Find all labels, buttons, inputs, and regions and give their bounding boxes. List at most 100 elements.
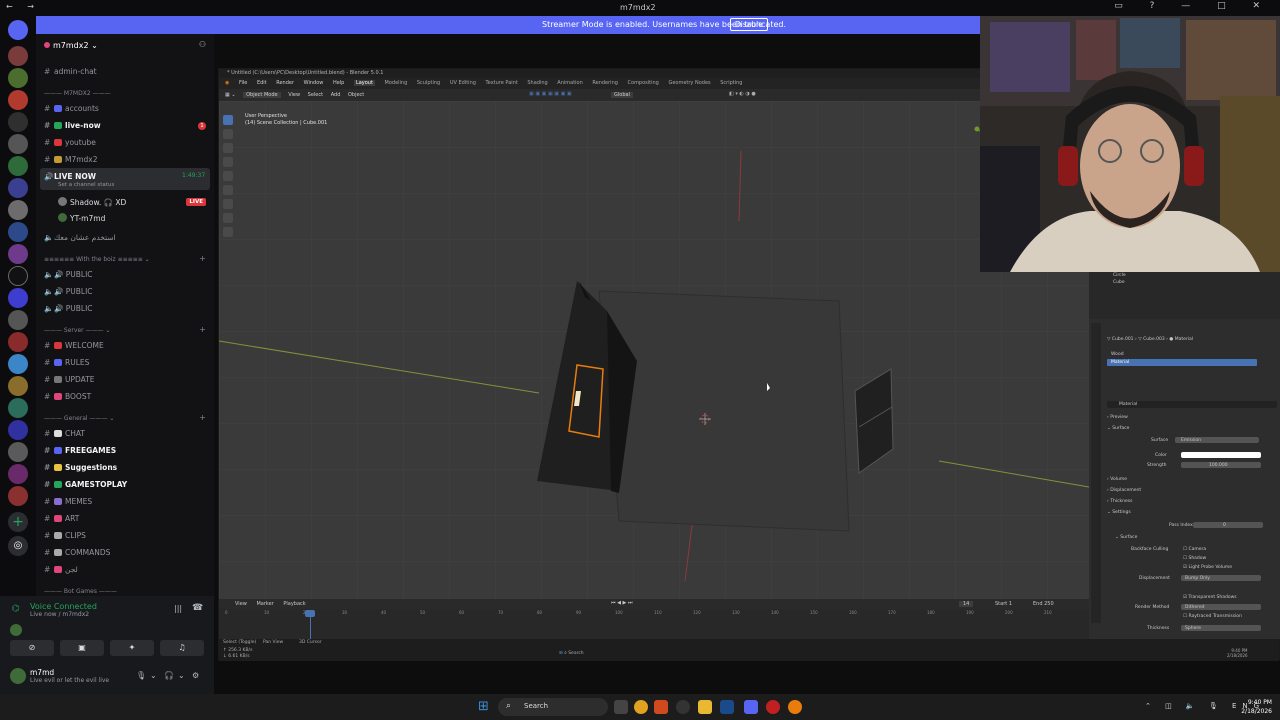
voice-connected-label[interactable]: Voice Connected (30, 602, 97, 611)
taskbar-search[interactable]: ⌕ Search (498, 698, 608, 716)
start-frame[interactable]: Start 1 (995, 601, 1012, 607)
guild-header[interactable]: m7mdx2 ⌄ ⚇ (36, 34, 214, 58)
channel-arabic[interactable]: # لجن (44, 565, 78, 574)
server-icon[interactable] (8, 332, 28, 352)
menu-window[interactable]: Window (304, 80, 324, 86)
channel-youtube[interactable]: # youtube (44, 138, 96, 147)
server-icon[interactable] (8, 200, 28, 220)
server-icon[interactable] (8, 68, 28, 88)
server-icon[interactable] (8, 310, 28, 330)
server-icon[interactable] (8, 376, 28, 396)
playhead[interactable] (305, 610, 315, 617)
pass-index-field[interactable] (1193, 522, 1263, 528)
add-channel-icon[interactable]: + (199, 325, 206, 334)
camera-button[interactable]: ⊘ (10, 640, 54, 656)
channel-art[interactable]: # ART (44, 514, 79, 523)
soundboard-button[interactable]: ♫ (160, 640, 204, 656)
menu-file[interactable]: File (239, 80, 247, 86)
add-channel-icon[interactable]: + (199, 413, 206, 422)
voice-location[interactable]: Live now / m7mdx2 (30, 611, 89, 618)
section-surface-settings[interactable]: ⌄ Surface (1115, 535, 1137, 540)
channel-memes[interactable]: # MEMES (44, 497, 92, 506)
workspace-modeling[interactable]: Modeling (385, 80, 408, 86)
mode-selector[interactable]: Object Mode (243, 92, 281, 98)
server-icon[interactable] (8, 288, 28, 308)
disconnect-icon[interactable]: ☎ (192, 603, 203, 613)
category-server[interactable]: ——— Server ——— ⌄ (44, 327, 110, 334)
server-icon[interactable] (8, 178, 28, 198)
outliner[interactable]: Circle Cube (1089, 269, 1280, 319)
voice-channel-public-1[interactable]: 🔈🔊 PUBLIC (44, 270, 93, 279)
timeline[interactable]: View Marker Playback ⏮ ◀ ▶ ⏭ 14 Start 1 … (219, 599, 1089, 639)
channel-live-now[interactable]: # live-now (44, 121, 101, 130)
transform-tool-icon[interactable] (223, 185, 233, 195)
server-icon[interactable] (8, 112, 28, 132)
section-volume[interactable]: › Volume (1107, 477, 1127, 482)
outliner-item-cube[interactable]: Cube (1113, 280, 1125, 285)
voice-channel-live-now[interactable]: 🔊LIVE NOW (44, 172, 96, 181)
task-view-icon[interactable] (614, 700, 628, 714)
material-slot-material[interactable]: Material (1111, 360, 1129, 365)
workspace-geometry-nodes[interactable]: Geometry Nodes (668, 80, 710, 86)
workspace-shading[interactable]: Shading (527, 80, 547, 86)
scale-tool-icon[interactable] (223, 171, 233, 181)
workspace-compositing[interactable]: Compositing (628, 80, 659, 86)
voice-member-shadow[interactable]: Shadow. 🎧 XD (58, 197, 126, 207)
workspace-sculpting[interactable]: Sculpting (417, 80, 440, 86)
overlay-icons[interactable]: ◧ ▾ ◐ ◑ ● (729, 91, 756, 97)
server-icon[interactable] (8, 486, 28, 506)
channel-admin-chat[interactable]: # admin-chat (44, 67, 97, 76)
section-displacement[interactable]: › Displacement (1107, 488, 1141, 493)
timeline-marker[interactable]: Marker (256, 601, 273, 607)
emission-color-swatch[interactable] (1181, 452, 1261, 458)
channel-update[interactable]: # UPDATE (44, 375, 95, 384)
server-icon[interactable] (8, 46, 28, 66)
checkbox-shadow[interactable]: ☐ Shadow (1183, 556, 1206, 561)
playback-controls[interactable]: ⏮ ◀ ▶ ⏭ (611, 600, 632, 606)
section-surface[interactable]: ⌄ Surface (1107, 426, 1129, 431)
server-icon[interactable] (8, 398, 28, 418)
workspace-layout[interactable]: Layout (353, 80, 375, 86)
outliner-item-circle[interactable]: Circle (1113, 273, 1126, 278)
viewport-scene[interactable] (219, 101, 1089, 599)
server-icon[interactable] (8, 442, 28, 462)
category-boiz[interactable]: ≡≡≡≡≡≡ With the boiz ≡≡≡≡≡ ⌄ (44, 256, 150, 263)
noise-suppression-icon[interactable]: ||| (174, 604, 182, 613)
measure-tool-icon[interactable] (223, 213, 233, 223)
add-cube-tool-icon[interactable] (223, 227, 233, 237)
file-explorer-icon[interactable] (698, 700, 712, 714)
add-channel-icon[interactable]: + (199, 254, 206, 263)
rotate-tool-icon[interactable] (223, 157, 233, 167)
category-general[interactable]: ——— General ——— ⌄ (44, 415, 114, 422)
3d-viewport[interactable]: User Perspective (14) Scene Collection |… (219, 101, 1089, 599)
chrome-icon[interactable] (634, 700, 648, 714)
add-server-icon[interactable]: + (8, 512, 28, 532)
chevron-down-icon[interactable]: ⌄ (150, 671, 157, 680)
timeline-view[interactable]: View (235, 601, 247, 607)
discord-home-icon[interactable] (8, 20, 28, 40)
section-thickness[interactable]: › Thickness (1107, 499, 1132, 504)
channel-welcome[interactable]: # WELCOME (44, 341, 104, 350)
channel-chat[interactable]: # CHAT (44, 429, 85, 438)
server-icon[interactable] (8, 244, 28, 264)
move-tool-icon[interactable] (223, 143, 233, 153)
server-icon[interactable] (8, 222, 28, 242)
channel-rules[interactable]: # RULES (44, 358, 89, 367)
select-tool-icon[interactable] (223, 115, 233, 125)
server-icon[interactable] (8, 90, 28, 110)
avatar[interactable] (10, 668, 26, 684)
workspace-uv-editing[interactable]: UV Editing (450, 80, 476, 86)
server-icon[interactable] (8, 156, 28, 176)
chevron-down-icon[interactable]: ⌄ (178, 671, 185, 680)
snap-icons[interactable]: ▣ ▣ ▣ ▣ ▣ ▣ ▣ (529, 91, 572, 97)
channel-gamestoplay[interactable]: # GAMESTOPLAY (44, 480, 127, 489)
window-controls[interactable]: ▭ ? — □ ✕ (1114, 1, 1272, 11)
server-icon[interactable] (8, 266, 28, 286)
timeline-playback[interactable]: Playback (283, 601, 305, 607)
explore-icon[interactable]: ◎ (8, 536, 28, 556)
brave-icon[interactable] (654, 700, 668, 714)
blender-logo-icon[interactable]: ◉ (225, 80, 229, 86)
channel-freegames[interactable]: # FREEGAMES (44, 446, 116, 455)
server-icon[interactable] (8, 354, 28, 374)
material-slot-selected[interactable] (1107, 359, 1257, 366)
